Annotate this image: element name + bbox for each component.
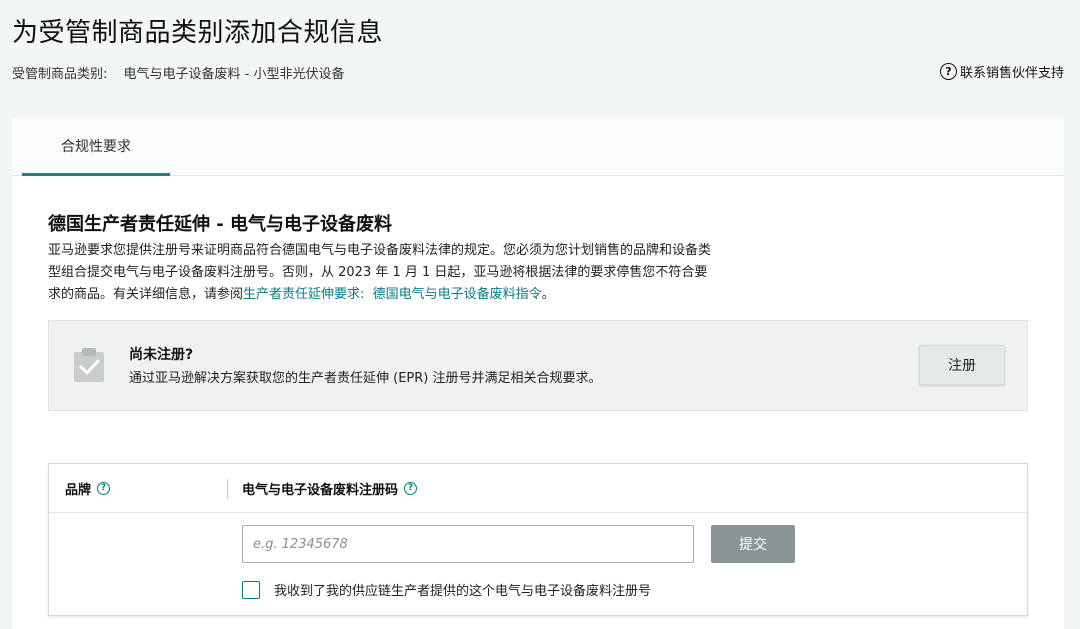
category-value: 电气与电子设备废料 - 小型非光伏设备 [123, 67, 345, 82]
category-label: 受管制商品类别: [12, 67, 108, 82]
header-brand-label: 品牌 [65, 483, 92, 498]
submit-button[interactable]: 提交 [711, 525, 795, 563]
confirm-row: 我收到了我的供应链生产者提供的这个电气与电子设备废料注册号 [242, 580, 651, 599]
registration-table: 品牌 ? 电气与电子设备废料注册码 ? 提交 我收到了我的供应链生产者提供的这个… [48, 463, 1028, 616]
description-suffix: 。 [541, 287, 555, 302]
clipboard-check-icon [74, 348, 104, 382]
notice-text: 通过亚马逊解决方案获取您的生产者责任延伸 (EPR) 注册号并满足相关合规要求。 [129, 371, 602, 386]
header-code-label: 电气与电子设备废料注册码 [242, 483, 399, 498]
confirm-label: 我收到了我的供应链生产者提供的这个电气与电子设备废料注册号 [274, 584, 652, 599]
epr-requirements-link[interactable]: 生产者责任延伸要求: [243, 287, 364, 302]
page-title: 为受管制商品类别添加合规信息 [12, 18, 384, 48]
column-divider [227, 479, 228, 499]
contact-support-label: 联系销售伙伴支持 [959, 66, 1064, 81]
notice-title: 尚未注册? [129, 347, 194, 363]
header-weee-code: 电气与电子设备废料注册码 ? [242, 479, 418, 498]
description-line-1: 亚马逊要求您提供注册号来证明商品符合德国电气与电子设备废料法律的规定。您必须为您… [48, 243, 712, 258]
brand-help-icon[interactable]: ? [97, 482, 111, 495]
section-title: 德国生产者责任延伸 - 电气与电子设备废料 [48, 214, 393, 235]
not-registered-notice: 尚未注册? 通过亚马逊解决方案获取您的生产者责任延伸 (EPR) 注册号并满足相… [48, 320, 1028, 411]
table-header: 品牌 ? 电气与电子设备废料注册码 ? [49, 464, 1027, 513]
description-line-3: 求的商品。有关详细信息，请参阅 [48, 287, 244, 302]
compliance-card: 合规性要求 德国生产者责任延伸 - 电气与电子设备废料 亚马逊要求您提供注册号来… [12, 118, 1064, 629]
section-description: 亚马逊要求您提供注册号来证明商品符合德国电气与电子设备废料法律的规定。您必须为您… [48, 240, 788, 306]
confirm-checkbox[interactable] [242, 580, 260, 599]
weee-directive-link[interactable]: 德国电气与电子设备废料指令 [373, 287, 542, 302]
help-icon: ? [939, 63, 957, 80]
weee-code-input[interactable] [242, 525, 694, 563]
tab-strip: 合规性要求 [12, 118, 1064, 176]
code-help-icon[interactable]: ? [404, 482, 418, 495]
contact-support-link[interactable]: ? 联系销售伙伴支持 [939, 62, 1064, 81]
description-line-2: 型组合提交电气与电子设备废料注册号。否则，从 2023 年 1 月 1 日起，亚… [48, 265, 708, 280]
tab-compliance-requirements[interactable]: 合规性要求 [22, 118, 170, 176]
category-line: 受管制商品类别: 电气与电子设备废料 - 小型非光伏设备 [12, 63, 345, 82]
header-brand: 品牌 ? [65, 479, 111, 498]
register-button[interactable]: 注册 [919, 345, 1005, 385]
